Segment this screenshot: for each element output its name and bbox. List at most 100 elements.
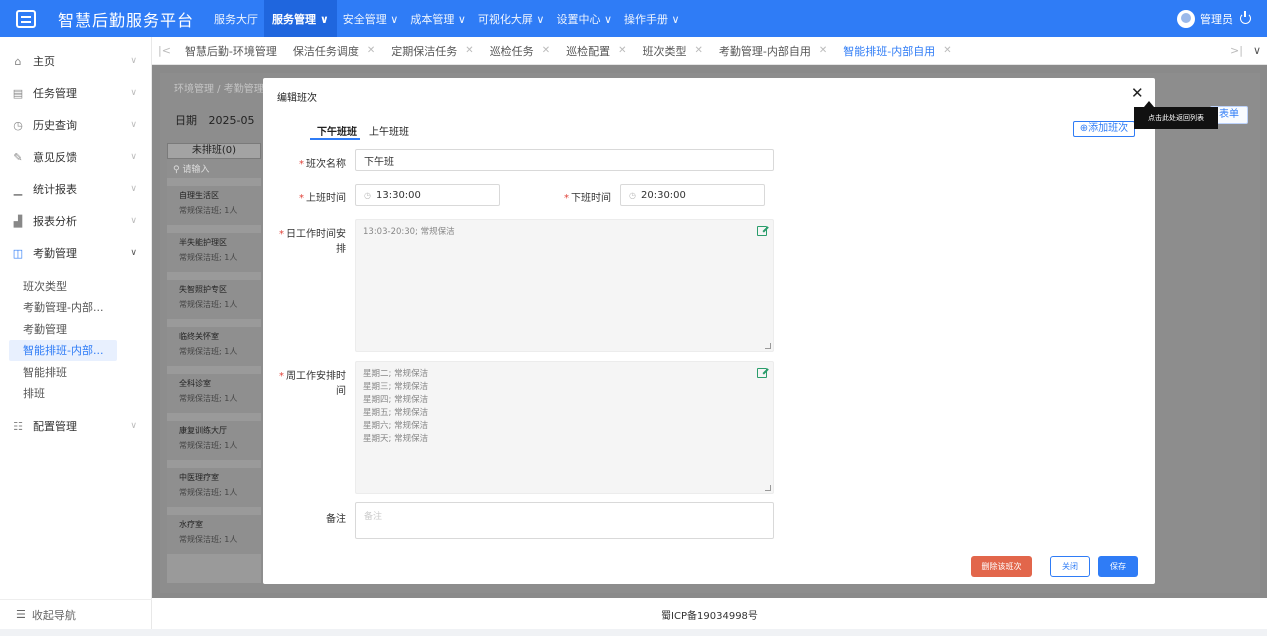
chevron-down-icon: ∨ xyxy=(130,421,137,431)
close-icon[interactable]: ✕ xyxy=(1131,84,1144,102)
sidebar-item[interactable]: ▟ 报表分析 ∨ xyxy=(0,205,151,237)
page-tab-label: 保洁任务调度 xyxy=(292,44,359,58)
area-desc: 常规保洁班; 1人 xyxy=(179,347,238,356)
add-shift-button[interactable]: ⊕添加班次 xyxy=(1073,121,1135,137)
resize-handle[interactable] xyxy=(765,485,771,491)
sidebar-item[interactable]: ✎ 意见反馈 ∨ xyxy=(0,141,151,173)
weekly-schedule-label: * 周工作安排时间 xyxy=(279,371,346,397)
shift-name-label: * 班次名称 xyxy=(299,159,346,170)
clock-icon: ◷ xyxy=(364,190,371,200)
tab-scroll-left-icon[interactable]: |< xyxy=(152,44,177,57)
page-tab[interactable]: 巡检配置 ✕ xyxy=(558,43,634,59)
page-tab-label: 考勤管理-内部自用 xyxy=(718,44,811,58)
close-tab-icon[interactable]: ✕ xyxy=(694,45,702,56)
sidebar-item-label: 考勤管理 xyxy=(33,247,77,260)
sidebar-sub-item[interactable]: 智能排班 xyxy=(0,361,151,383)
weekly-schedule-textarea[interactable]: 星期二; 常规保洁 星期三; 常规保洁 星期四; 常规保洁 星期五; 常规保洁 星期六;… xyxy=(355,361,774,494)
tab-afternoon-shift[interactable]: 下午班班 xyxy=(317,123,357,138)
area-desc: 常规保洁班; 1人 xyxy=(179,441,238,450)
app-title: 智慧后勤服务平台 xyxy=(58,10,195,30)
page-tab[interactable]: 保洁任务调度 ✕ xyxy=(285,43,383,59)
daily-schedule-value: 13:03-20:30; 常规保洁 xyxy=(363,227,455,237)
start-time-label: * 上班时间 xyxy=(299,193,346,204)
clock-icon: ◷ xyxy=(629,190,636,200)
sidebar-sub-item[interactable]: 考勤管理 xyxy=(0,318,151,340)
area-desc: 常规保洁班; 1人 xyxy=(179,253,238,262)
area-name: 康复训练大厅 xyxy=(179,426,227,435)
tab-scroll-right-icon[interactable]: >| xyxy=(1230,44,1247,57)
area-desc: 常规保洁班; 1人 xyxy=(179,300,238,309)
chevron-down-icon: ∨ xyxy=(130,152,137,162)
close-tab-icon[interactable]: ✕ xyxy=(367,45,375,56)
close-tab-icon[interactable]: ✕ xyxy=(943,45,951,56)
close-tab-icon[interactable]: ✕ xyxy=(618,45,626,56)
active-tab-indicator xyxy=(310,138,360,140)
edit-shift-modal: 编辑班次 ✕ 下午班班 上午班班 ⊕添加班次 * 班次名称 下午班 * 上班时间 ◷… xyxy=(263,78,1155,584)
daily-schedule-textarea[interactable]: 13:03-20:30; 常规保洁 xyxy=(355,219,774,352)
tab-menu-chevron-icon[interactable]: ∨ xyxy=(1247,44,1267,57)
save-button[interactable]: 保存 xyxy=(1098,556,1138,577)
chevron-down-icon: ∨ xyxy=(130,248,137,258)
sidebar-item-label: 主页 xyxy=(33,55,55,68)
sidebar-item-label: 历史查询 xyxy=(33,119,77,132)
page-tab[interactable]: 智能排班-内部自用 ✕ xyxy=(835,43,959,59)
sidebar-sub-item[interactable]: 排班 xyxy=(0,383,151,405)
page-tab[interactable]: 智慧后勤-环境管理 xyxy=(177,43,285,59)
history-icon: ◷ xyxy=(13,118,23,132)
nav-item[interactable]: 服务管理 ∨ xyxy=(264,0,337,37)
sidebar-item[interactable]: ▁ 统计报表 ∨ xyxy=(0,173,151,205)
page-tab[interactable]: 巡检任务 ✕ xyxy=(482,43,558,59)
date-filter: 日期 2025-05 xyxy=(175,112,254,128)
resize-handle[interactable] xyxy=(765,343,771,349)
date-label: 日期 xyxy=(175,114,197,127)
page-tab-label: 巡检任务 xyxy=(489,44,534,58)
area-name: 自理生活区 xyxy=(179,191,219,200)
config-icon: ☷ xyxy=(13,419,23,433)
close-button[interactable]: 关闭 xyxy=(1050,556,1090,577)
weekly-schedule-line: 星期三; 常规保洁 xyxy=(363,382,429,392)
sidebar-item-config[interactable]: ☷ 配置管理 ∨ xyxy=(0,410,151,442)
nav-item[interactable]: 可视化大屏 ∨ xyxy=(472,0,551,37)
close-tab-icon[interactable]: ✕ xyxy=(542,45,550,56)
area-name: 水疗室 xyxy=(179,520,203,529)
task-icon: ▤ xyxy=(12,86,24,100)
nav-item[interactable]: 设置中心 ∨ xyxy=(550,0,618,37)
close-tab-icon[interactable]: ✕ xyxy=(819,45,827,56)
area-card: 中医理疗室常规保洁班; 1人 xyxy=(167,468,261,507)
logout-icon[interactable] xyxy=(1240,11,1251,24)
start-time-input[interactable]: ◷ 13:30:00 xyxy=(355,184,500,206)
top-nav: 服务大厅 服务管理 ∨ 安全管理 ∨ 成本管理 ∨ 可视化大屏 ∨ 设置中心 ∨ 操作手册 … xyxy=(208,0,686,37)
close-tab-icon[interactable]: ✕ xyxy=(465,45,473,56)
sidebar-item[interactable]: ⌂ 主页 ∨ xyxy=(0,45,151,77)
nav-item[interactable]: 服务大厅 xyxy=(208,0,264,37)
collapse-nav-button[interactable]: ☰ 收起导航 xyxy=(0,599,152,629)
shift-name-input[interactable]: 下午班 xyxy=(355,149,774,171)
sidebar-item[interactable]: ◷ 历史查询 ∨ xyxy=(0,109,151,141)
sidebar-sub-item[interactable]: 班次类型 xyxy=(0,275,151,297)
sidebar-item[interactable]: ▤ 任务管理 ∨ xyxy=(0,77,151,109)
page-tab[interactable]: 班次类型 ✕ xyxy=(634,43,710,59)
edit-icon[interactable] xyxy=(757,368,767,378)
weekly-schedule-line: 星期天; 常规保洁 xyxy=(363,434,429,444)
nav-item[interactable]: 成本管理 ∨ xyxy=(404,0,472,37)
area-name: 全科诊室 xyxy=(179,379,211,388)
nav-item[interactable]: 操作手册 ∨ xyxy=(618,0,686,37)
edit-icon[interactable] xyxy=(757,226,767,236)
area-desc: 常规保洁班; 1人 xyxy=(179,394,238,403)
area-desc: 常规保洁班; 1人 xyxy=(179,488,238,497)
end-time-input[interactable]: ◷ 20:30:00 xyxy=(620,184,765,206)
area-name: 临终关怀室 xyxy=(179,332,219,341)
delete-shift-button[interactable]: 删除该班次 xyxy=(971,556,1032,577)
remark-textarea[interactable]: 备注 xyxy=(355,502,774,539)
sidebar-sub-item[interactable]: 考勤管理-内部... xyxy=(0,297,151,319)
nav-item[interactable]: 安全管理 ∨ xyxy=(337,0,405,37)
chevron-down-icon: ∨ xyxy=(130,216,137,226)
weekly-schedule-line: 星期四; 常规保洁 xyxy=(363,395,429,405)
page-tab[interactable]: 考勤管理-内部自用 ✕ xyxy=(711,43,835,59)
user-menu[interactable]: 管理员 xyxy=(1177,9,1251,28)
page-tab[interactable]: 定期保洁任务 ✕ xyxy=(383,43,481,59)
sidebar-sub-item[interactable]: 智能排班-内部... xyxy=(9,339,117,361)
sidebar-item[interactable]: ◫ 考勤管理 ∨ xyxy=(0,237,151,269)
area-name: 中医理疗室 xyxy=(179,473,219,482)
tab-morning-shift[interactable]: 上午班班 xyxy=(369,123,409,138)
